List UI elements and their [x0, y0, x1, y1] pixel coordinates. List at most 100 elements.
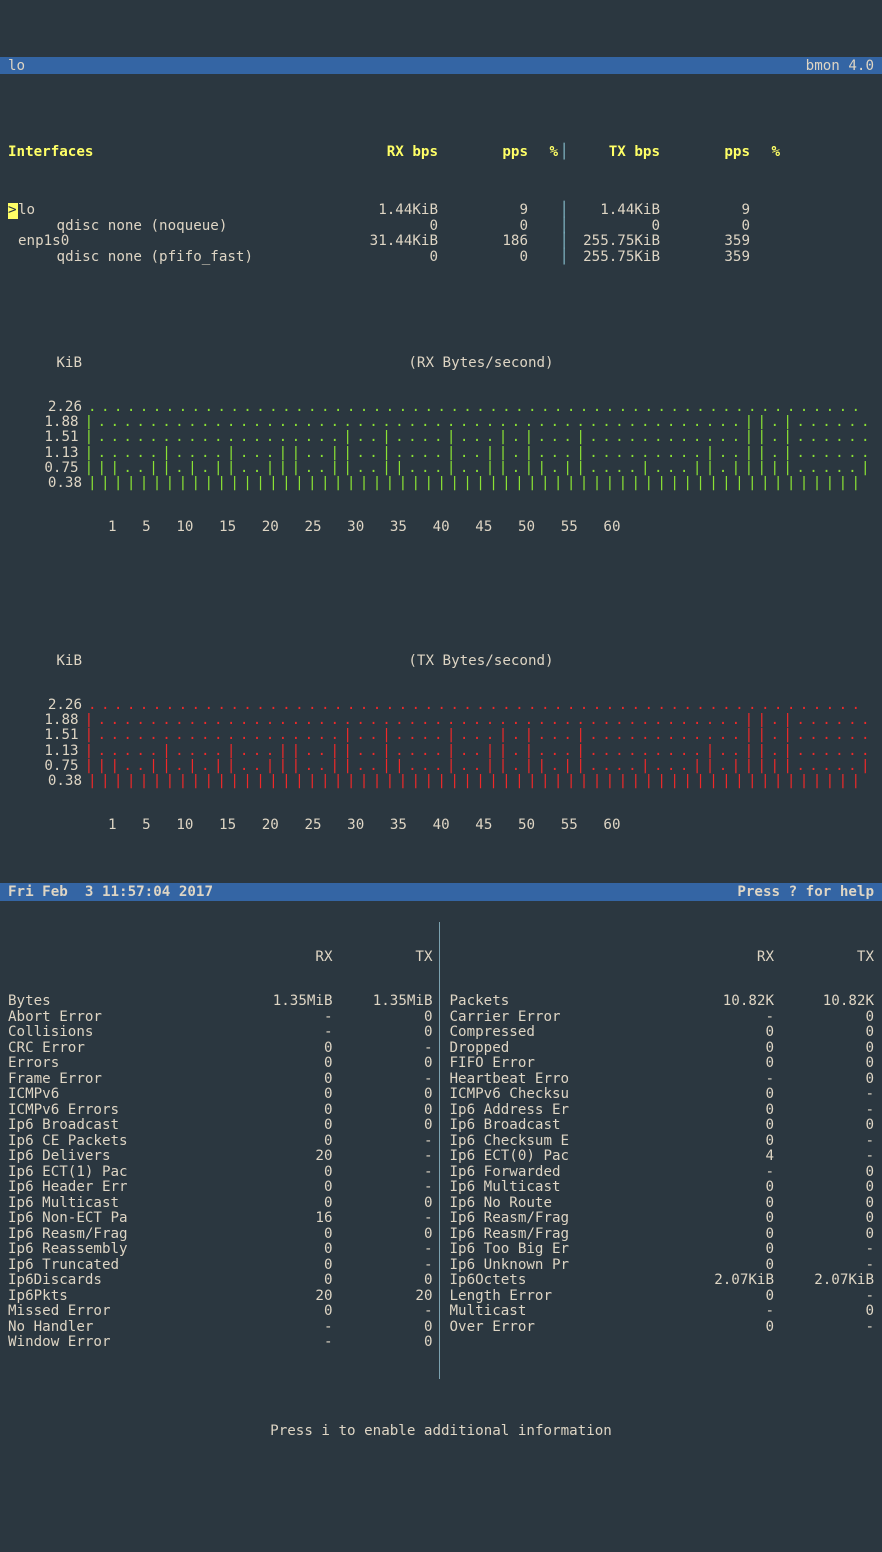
stat-row: Ip6 Non-ECT Pa16-: [8, 1211, 433, 1227]
stat-row: Ip6 Checksum E0-: [450, 1134, 875, 1150]
y-tick: 0.38: [8, 476, 88, 491]
stat-row: CRC Error0-: [8, 1041, 433, 1057]
tx-pct: [750, 250, 780, 266]
stat-row: Collisions-0: [8, 1025, 433, 1041]
interface-row[interactable]: qdisc none (noqueue)00│00: [8, 219, 874, 235]
stat-rx: 16: [233, 1211, 333, 1227]
stat-name: Carrier Error: [450, 1010, 675, 1026]
stat-row: Length Error0-: [450, 1289, 875, 1305]
stat-tx: 0: [774, 1196, 874, 1212]
stat-row: Ip6 Delivers20-: [8, 1149, 433, 1165]
stat-rx: 0: [674, 1242, 774, 1258]
stat-rx: 0: [674, 1196, 774, 1212]
tx-bps: 255.75KiB: [570, 250, 660, 266]
stat-tx: 0: [774, 1025, 874, 1041]
stat-row: Errors00: [8, 1056, 433, 1072]
stat-name: Ip6 Forwarded: [450, 1165, 675, 1181]
stat-tx: -: [774, 1103, 874, 1119]
stat-rx: 0: [233, 1180, 333, 1196]
stat-row: Ip6 Too Big Er0-: [450, 1242, 875, 1258]
stat-rx: 10.82K: [674, 994, 774, 1010]
stat-rx: 0: [233, 1103, 333, 1119]
stat-name: Ip6 Unknown Pr: [450, 1258, 675, 1274]
stat-tx: -: [774, 1149, 874, 1165]
graph-data-line: |||..||.|.||..|||..||..||...|..||.||.||.…: [85, 461, 874, 476]
stat-rx: 1.35MiB: [233, 994, 333, 1010]
rx-pps: 9: [438, 203, 528, 219]
stat-row: Dropped00: [450, 1041, 875, 1057]
tx-bps: 255.75KiB: [570, 234, 660, 250]
stat-tx: -: [774, 1258, 874, 1274]
stat-tx: 0: [333, 1103, 433, 1119]
stat-rx: 20: [233, 1289, 333, 1305]
stat-rx: -: [233, 1010, 333, 1026]
rx-x-axis: 1 5 10 15 20 25 30 35 40 45 50 55 60: [8, 520, 874, 535]
tx-pps: 9: [660, 203, 750, 219]
rx-pps: 186: [438, 234, 528, 250]
graph-row: 0.38||||||||||||||||||||||||||||||||||||…: [8, 476, 874, 491]
y-tick: 1.13: [8, 744, 85, 759]
title-right: bmon 4.0: [806, 59, 874, 73]
stat-row: Ip6 Unknown Pr0-: [450, 1258, 875, 1274]
stat-tx: -: [774, 1087, 874, 1103]
stat-name: Ip6 Delivers: [8, 1149, 233, 1165]
interface-name: lo: [18, 202, 35, 218]
tx-graph-title: (TX Bytes/second): [88, 654, 874, 669]
interface-row[interactable]: qdisc none (pfifo_fast)00│255.75KiB359: [8, 250, 874, 266]
stat-rx: 0: [674, 1227, 774, 1243]
stat-tx: 0: [774, 1010, 874, 1026]
stat-row: Heartbeat Erro-0: [450, 1072, 875, 1088]
interface-name: qdisc none (pfifo_fast): [48, 249, 253, 265]
rx-bps: 31.44KiB: [348, 234, 438, 250]
rx-pps: 0: [438, 250, 528, 266]
y-tick: 1.51: [8, 430, 85, 445]
interface-row[interactable]: enp1s031.44KiB186│255.75KiB359: [8, 234, 874, 250]
hdr-tx-pps: pps: [660, 145, 750, 161]
stat-row: Ip6 Reasm/Frag00: [450, 1227, 875, 1243]
stat-row: No Handler-0: [8, 1320, 433, 1336]
stat-name: Dropped: [450, 1041, 675, 1057]
stat-name: No Handler: [8, 1320, 233, 1336]
y-tick: 1.13: [8, 446, 85, 461]
hdr-rx-pps: pps: [438, 145, 528, 161]
hdr-tx-bps: TX bps: [570, 145, 660, 161]
graph-row: 0.75|||..||.|.||..|||..||..||...|..||.||…: [8, 461, 874, 476]
stat-row: Over Error0-: [450, 1320, 875, 1336]
graph-data-line: |.......................................…: [85, 415, 874, 430]
stat-name: Ip6 Reassembly: [8, 1242, 233, 1258]
stat-name: CRC Error: [8, 1041, 233, 1057]
stats-panel: RX TX Bytes1.35MiB1.35MiBAbort Error-0Co…: [8, 922, 874, 1379]
graph-data-line: |.......................................…: [85, 713, 874, 728]
stat-name: Ip6 Multicast: [450, 1180, 675, 1196]
stat-rx: 0: [233, 1087, 333, 1103]
tx-x-axis: 1 5 10 15 20 25 30 35 40 45 50 55 60: [8, 818, 874, 833]
interface-row[interactable]: >lo1.44KiB9│1.44KiB9: [8, 203, 874, 219]
stat-row: Ip6 Broadcast00: [8, 1118, 433, 1134]
stat-name: Heartbeat Erro: [450, 1072, 675, 1088]
stat-rx: 4: [674, 1149, 774, 1165]
stat-name: Ip6 Reasm/Frag: [450, 1211, 675, 1227]
rx-pct: [528, 219, 558, 235]
stat-name: Collisions: [8, 1025, 233, 1041]
graph-data-line: |.....|....|...||..||..|....|..||.|...|.…: [85, 744, 874, 759]
stat-name: Ip6 Address Er: [450, 1103, 675, 1119]
rx-bps: 0: [348, 250, 438, 266]
graph-row: 0.75|||..||.|.||..|||..||..||...|..||.||…: [8, 759, 874, 774]
stat-tx: 0: [774, 1180, 874, 1196]
stat-tx: 10.82K: [774, 994, 874, 1010]
rx-graph: KiB (RX Bytes/second) 2.26..............…: [8, 328, 874, 563]
stat-rx: 0: [233, 1041, 333, 1057]
graph-row: 2.26....................................…: [8, 698, 874, 713]
stat-row: Ip6Discards00: [8, 1273, 433, 1289]
stat-tx: 20: [333, 1289, 433, 1305]
stat-row: Compressed00: [450, 1025, 875, 1041]
graph-row: 0.38||||||||||||||||||||||||||||||||||||…: [8, 774, 874, 789]
graph-row: 1.88|...................................…: [8, 415, 874, 430]
stat-rx: -: [233, 1320, 333, 1336]
graph-data-line: |||..||.|.||..|||..||..||...|..||.||.||.…: [85, 759, 874, 774]
tx-pps: 359: [660, 234, 750, 250]
stat-row: ICMPv6 Checksu0-: [450, 1087, 875, 1103]
status-bar: Fri Feb 3 11:57:04 2017 Press ? for help: [0, 883, 882, 901]
stat-tx: 0: [333, 1320, 433, 1336]
stat-name: ICMPv6 Checksu: [450, 1087, 675, 1103]
